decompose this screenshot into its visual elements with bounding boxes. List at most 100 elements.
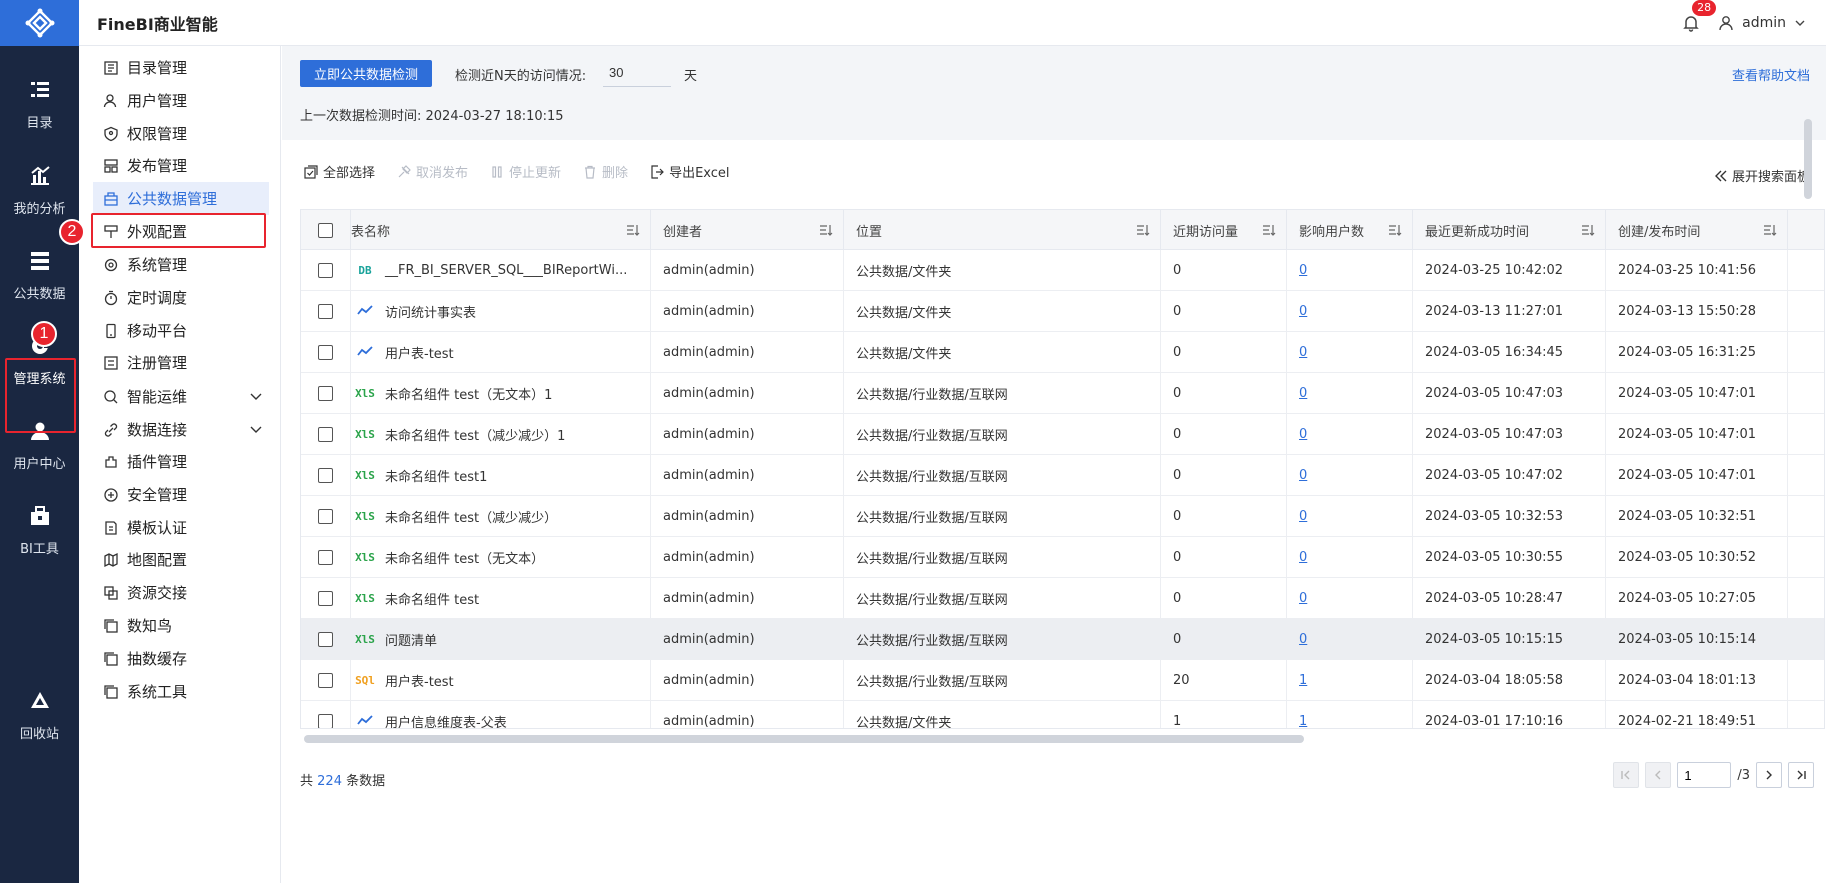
- row-checkbox[interactable]: [318, 304, 333, 319]
- affected-users-link[interactable]: 0: [1299, 632, 1307, 647]
- table-row[interactable]: XlS 未命名组件 test（减少减少） admin(admin) 公共数据/行业数据…: [301, 496, 1824, 537]
- row-checkbox[interactable]: [318, 345, 333, 360]
- expand-search-panel-button[interactable]: 展开搜索面板: [1714, 166, 1810, 185]
- table-name[interactable]: __FR_BI_SERVER_SQL___BIReportWi...: [385, 263, 627, 278]
- menu-item-14[interactable]: 模板认证: [93, 511, 269, 544]
- table-name[interactable]: 未命名组件 test（无文本）: [385, 548, 544, 567]
- row-checkbox[interactable]: [318, 386, 333, 401]
- row-checkbox[interactable]: [318, 550, 333, 565]
- row-checkbox[interactable]: [318, 591, 333, 606]
- table-name[interactable]: 用户表-test: [385, 671, 454, 690]
- menu-item-7[interactable]: 定时调度: [93, 281, 269, 314]
- menu-item-12[interactable]: 插件管理: [93, 445, 269, 478]
- table-name[interactable]: 未命名组件 test1: [385, 466, 487, 485]
- table-row[interactable]: XlS 未命名组件 test1 admin(admin) 公共数据/行业数据/互联网 0…: [301, 455, 1824, 496]
- table-name[interactable]: 未命名组件 test（减少减少）1: [385, 425, 565, 444]
- column-header-5[interactable]: 最近更新成功时间: [1413, 210, 1606, 250]
- table-name[interactable]: 用户信息维度表-父表: [385, 712, 507, 728]
- column-header-3[interactable]: 近期访问量: [1161, 210, 1287, 250]
- table-row[interactable]: 用户表-test admin(admin) 公共数据/文件夹 0 0 2024-03-05…: [301, 332, 1824, 373]
- page-number-input[interactable]: [1677, 762, 1732, 788]
- menu-item-1[interactable]: 用户管理: [93, 84, 269, 117]
- help-doc-link[interactable]: 查看帮助文档: [1732, 65, 1810, 84]
- menu-item-15[interactable]: 地图配置: [93, 543, 269, 576]
- table-row[interactable]: 用户信息维度表-父表 admin(admin) 公共数据/文件夹 1 1 2024-03-…: [301, 701, 1824, 728]
- affected-users-link[interactable]: 0: [1299, 468, 1307, 483]
- table-row[interactable]: XlS 问题清单 admin(admin) 公共数据/行业数据/互联网 0 0 2024-0…: [301, 619, 1824, 660]
- horizontal-scrollbar[interactable]: [304, 735, 1804, 743]
- unpublish-button[interactable]: 取消发布: [397, 162, 468, 181]
- rail-item-0[interactable]: 目录: [0, 66, 79, 142]
- table-row[interactable]: XlS 未命名组件 test（减少减少）1 admin(admin) 公共数据/行业数…: [301, 414, 1824, 455]
- menu-item-10[interactable]: 智能运维: [93, 380, 269, 413]
- next-page-button[interactable]: [1756, 762, 1782, 788]
- export-excel-button[interactable]: 导出Excel: [650, 162, 730, 181]
- menu-item-19[interactable]: 系统工具: [93, 675, 269, 708]
- menu-item-17[interactable]: 数知鸟: [93, 609, 269, 642]
- table-row[interactable]: SQl 用户表-test admin(admin) 公共数据/行业数据/互联网 20 1 2…: [301, 660, 1824, 701]
- table-name[interactable]: 问题清单: [385, 630, 437, 649]
- rail-item-1[interactable]: 我的分析: [0, 152, 79, 228]
- menu-item-8[interactable]: 移动平台: [93, 314, 269, 347]
- menu-item-13[interactable]: 安全管理: [93, 478, 269, 511]
- column-header-6[interactable]: 创建/发布时间: [1606, 210, 1788, 250]
- row-checkbox[interactable]: [318, 714, 333, 728]
- horizontal-scroll-thumb[interactable]: [304, 735, 1304, 743]
- affected-users-link[interactable]: 1: [1299, 714, 1307, 728]
- table-name[interactable]: 用户表-test: [385, 343, 454, 362]
- column-header-1[interactable]: 创建者: [651, 210, 844, 250]
- rail-item-2[interactable]: 公共数据: [0, 237, 79, 313]
- menu-item-6[interactable]: 系统管理: [93, 248, 269, 281]
- affected-users-link[interactable]: 0: [1299, 345, 1307, 360]
- select-all-button[interactable]: 全部选择: [304, 162, 375, 181]
- select-all-checkbox[interactable]: [318, 222, 333, 238]
- detect-now-button[interactable]: 立即公共数据检测: [300, 60, 432, 87]
- menu-item-18[interactable]: 抽数缓存: [93, 642, 269, 675]
- notification-bell[interactable]: 28: [1682, 0, 1717, 32]
- menu-item-11[interactable]: 数据连接: [93, 413, 269, 446]
- recent-days-input[interactable]: [603, 59, 671, 87]
- affected-users-link[interactable]: 0: [1299, 304, 1307, 319]
- table-name[interactable]: 访问统计事实表: [385, 302, 476, 321]
- affected-users-link[interactable]: 0: [1299, 263, 1307, 278]
- prev-page-button[interactable]: [1645, 762, 1672, 788]
- affected-users-link[interactable]: 1: [1299, 673, 1307, 688]
- row-checkbox[interactable]: [318, 263, 333, 278]
- table-row[interactable]: 访问统计事实表 admin(admin) 公共数据/文件夹 0 0 2024-03-13 …: [301, 291, 1824, 332]
- row-checkbox[interactable]: [318, 673, 333, 688]
- menu-item-9[interactable]: 注册管理: [93, 346, 269, 379]
- vertical-scroll-thumb[interactable]: [1804, 119, 1812, 199]
- rail-item-5[interactable]: BI工具: [0, 492, 79, 568]
- table-name[interactable]: 未命名组件 test（减少减少）: [385, 507, 557, 526]
- table-row[interactable]: XlS 未命名组件 test（无文本） admin(admin) 公共数据/行业数据/…: [301, 537, 1824, 578]
- affected-users-link[interactable]: 0: [1299, 427, 1307, 442]
- last-page-button[interactable]: [1788, 762, 1814, 788]
- stop-update-button[interactable]: 停止更新: [490, 162, 561, 181]
- table-name[interactable]: 未命名组件 test: [385, 589, 479, 608]
- column-header-2[interactable]: 位置: [844, 210, 1161, 250]
- affected-users-link[interactable]: 0: [1299, 591, 1307, 606]
- affected-users-link[interactable]: 0: [1299, 386, 1307, 401]
- column-header-name[interactable]: 表名称: [351, 210, 651, 250]
- column-header-4[interactable]: 影响用户数: [1287, 210, 1413, 250]
- app-logo[interactable]: [0, 0, 79, 46]
- table-name[interactable]: 未命名组件 test（无文本）1: [385, 384, 552, 403]
- user-menu[interactable]: admin: [1718, 15, 1806, 31]
- row-checkbox[interactable]: [318, 427, 333, 442]
- menu-item-0[interactable]: 目录管理: [93, 51, 269, 84]
- affected-users-link[interactable]: 0: [1299, 509, 1307, 524]
- rail-item-6[interactable]: 回收站: [0, 677, 79, 753]
- vertical-scrollbar[interactable]: [1804, 107, 1812, 687]
- table-row[interactable]: DB __FR_BI_SERVER_SQL___BIReportWi... admi…: [301, 250, 1824, 291]
- row-checkbox[interactable]: [318, 468, 333, 483]
- menu-item-4[interactable]: 公共数据管理: [93, 182, 269, 215]
- table-row[interactable]: XlS 未命名组件 test（无文本）1 admin(admin) 公共数据/行业数据…: [301, 373, 1824, 414]
- table-row[interactable]: XlS 未命名组件 test admin(admin) 公共数据/行业数据/互联网 0 0…: [301, 578, 1824, 619]
- menu-item-2[interactable]: 权限管理: [93, 117, 269, 150]
- first-page-button[interactable]: [1613, 762, 1640, 788]
- menu-item-16[interactable]: 资源交接: [93, 576, 269, 609]
- menu-item-3[interactable]: 发布管理: [93, 149, 269, 182]
- row-checkbox[interactable]: [318, 632, 333, 647]
- delete-button[interactable]: 删除: [583, 162, 628, 181]
- row-checkbox[interactable]: [318, 509, 333, 524]
